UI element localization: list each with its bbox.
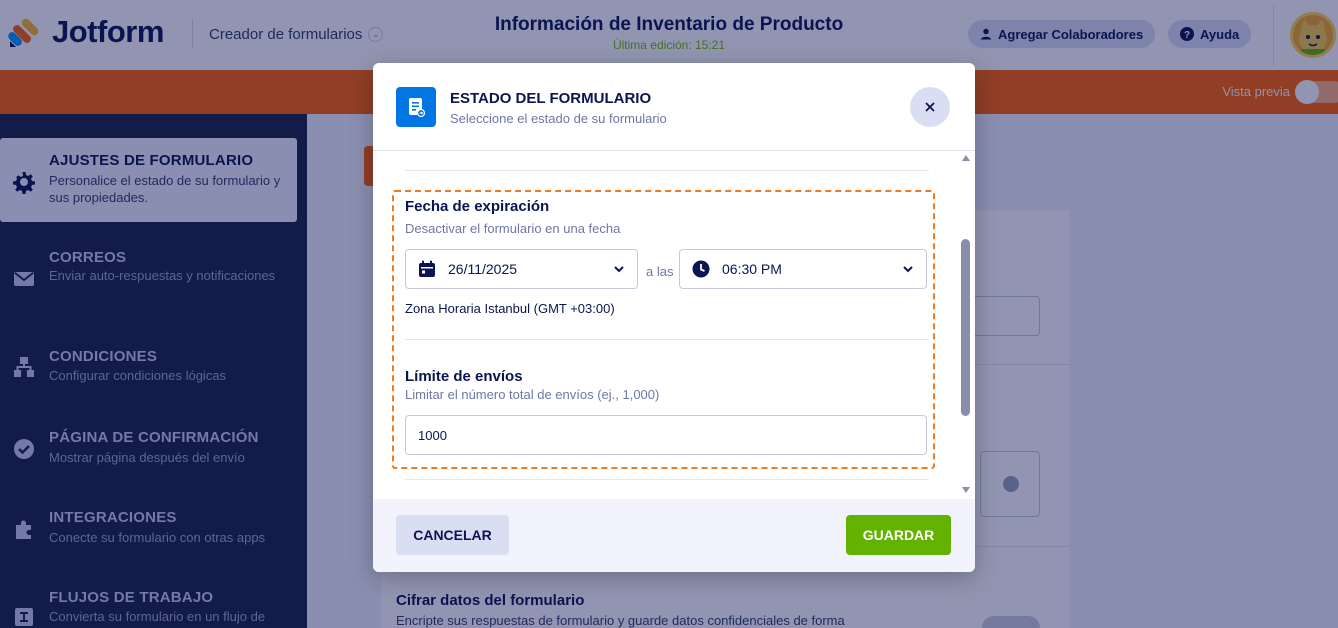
section-divider (405, 479, 929, 480)
document-icon (409, 98, 426, 118)
form-status-modal: ESTADO DEL FORMULARIO Seleccione el esta… (373, 63, 975, 572)
calendar-icon (419, 260, 435, 277)
expiration-desc: Desactivar el formulario en una fecha (405, 221, 621, 236)
scroll-up-arrow[interactable] (962, 155, 970, 161)
clock-icon (692, 260, 710, 278)
modal-subtitle: Seleccione el estado de su formulario (450, 111, 667, 126)
expiration-date-select[interactable]: 26/11/2025 (405, 249, 638, 289)
section-divider (405, 339, 929, 340)
at-label: a las (646, 264, 674, 279)
submission-limit-desc: Limitar el número total de envíos (ej., … (405, 387, 660, 402)
close-button[interactable] (910, 87, 950, 127)
form-status-icon (396, 87, 436, 127)
chevron-down-icon (903, 266, 913, 273)
scroll-down-arrow[interactable] (962, 487, 970, 493)
modal-scrollbar[interactable] (959, 151, 973, 499)
chevron-down-icon (614, 266, 624, 273)
cancel-button[interactable]: CANCELAR (396, 515, 509, 555)
submission-limit-input[interactable] (405, 415, 927, 455)
modal-header: ESTADO DEL FORMULARIO Seleccione el esta… (373, 63, 975, 151)
modal-body: Fecha de expiración Desactivar el formul… (373, 151, 975, 499)
expiration-date-value: 26/11/2025 (448, 261, 518, 277)
save-button[interactable]: GUARDAR (846, 515, 951, 555)
expiration-time-value: 06:30 PM (722, 261, 782, 277)
expiration-label: Fecha de expiración (405, 198, 550, 215)
close-icon (925, 102, 935, 112)
submission-limit-label: Límite de envíos (405, 368, 523, 385)
modal-title: ESTADO DEL FORMULARIO (450, 90, 652, 107)
scroll-thumb[interactable] (961, 239, 970, 416)
modal-footer: CANCELAR GUARDAR (373, 499, 975, 572)
section-divider (405, 170, 929, 171)
expiration-time-select[interactable]: 06:30 PM (679, 249, 927, 289)
timezone-text: Zona Horaria Istanbul (GMT +03:00) (405, 301, 615, 316)
